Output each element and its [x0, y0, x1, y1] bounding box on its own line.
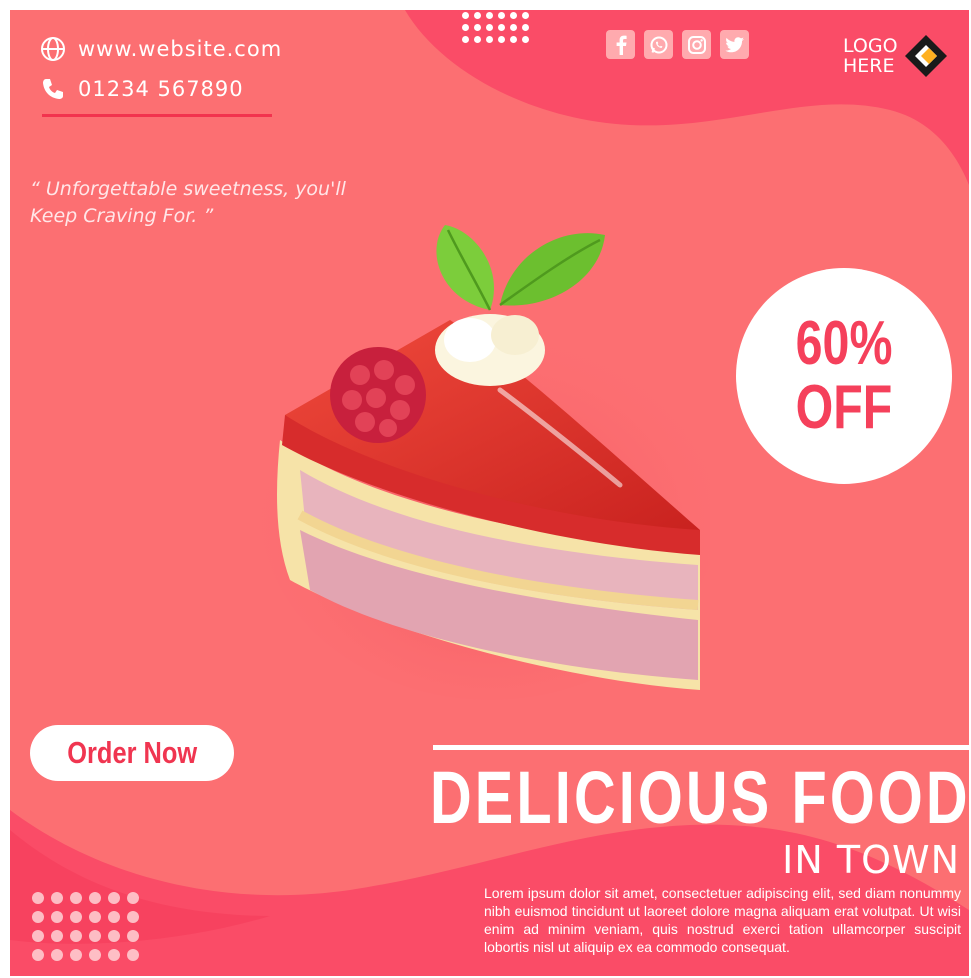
globe-icon: [41, 37, 65, 61]
phone-row[interactable]: 01234 567890: [40, 76, 244, 102]
contact-underline: [42, 114, 272, 117]
logo-line-1: LOGO: [843, 35, 898, 57]
body-copy: Lorem ipsum dolor sit amet, consectetuer…: [484, 885, 961, 955]
decorative-dots-bottom: [32, 892, 139, 961]
website-row[interactable]: www.website.com: [40, 36, 282, 62]
promo-poster: www.website.com 01234 567890 “ Unforgett…: [10, 10, 969, 976]
brand-logo[interactable]: LOGO HERE: [843, 33, 949, 79]
logo-line-2: HERE: [843, 55, 895, 77]
social-icons: [606, 30, 749, 59]
subheadline: IN TOWN: [782, 838, 960, 882]
whatsapp-icon[interactable]: [644, 30, 673, 59]
headline-rule: [433, 745, 969, 750]
cake-slice-image: [260, 225, 710, 700]
facebook-icon[interactable]: [606, 30, 635, 59]
twitter-icon[interactable]: [720, 30, 749, 59]
instagram-icon[interactable]: [682, 30, 711, 59]
decorative-dots-top: [462, 12, 529, 43]
headline: DELICIOUS FOOD: [430, 756, 969, 839]
diamond-logo-icon: [904, 35, 947, 77]
discount-badge: 60% OFF: [736, 268, 952, 484]
phone-icon: [43, 79, 63, 99]
logo-text: LOGO HERE: [843, 36, 898, 76]
discount-off: OFF: [795, 373, 893, 442]
website-text: www.website.com: [78, 37, 283, 61]
order-now-label: Order Now: [67, 735, 197, 770]
discount-percent: 60%: [795, 309, 893, 378]
phone-text: 01234 567890: [78, 77, 244, 101]
order-now-button[interactable]: Order Now: [30, 725, 234, 781]
